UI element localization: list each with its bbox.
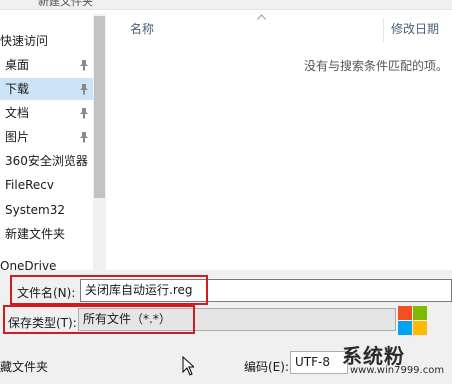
- nav-item-label: 快速访问: [0, 34, 49, 48]
- highlight-box-filetype: [3, 305, 195, 334]
- nav-quick-access[interactable]: 快速访问: [0, 30, 93, 52]
- column-header-date-modified[interactable]: 修改日期: [391, 20, 439, 37]
- nav-item-label: 新建文件夹: [5, 227, 66, 241]
- empty-message: 没有与搜索条件匹配的项。: [303, 59, 448, 73]
- column-header-name[interactable]: 名称: [130, 20, 154, 37]
- nav-item-desktop[interactable]: 桌面: [0, 54, 93, 76]
- nav-item-label: 文档: [5, 106, 30, 120]
- nav-item-360-browser[interactable]: 360安全浏览器: [0, 150, 93, 172]
- nav-item-filerecv[interactable]: FileRecv: [0, 174, 93, 196]
- sidebar-scrollbar-thumb[interactable]: [94, 16, 105, 198]
- pin-icon: [80, 84, 88, 95]
- nav-item-label: FileRecv: [5, 178, 54, 192]
- navigation-pane: 快速访问 桌面 下载 文档 图片 360安全浏览器 FileRecv Syste…: [0, 10, 106, 273]
- nav-item-documents[interactable]: 文档: [0, 102, 93, 124]
- column-divider: [383, 18, 384, 42]
- pin-icon: [80, 132, 88, 143]
- nav-item-label: System32: [5, 203, 66, 217]
- nav-item-label: 图片: [5, 130, 30, 144]
- hide-folders-button[interactable]: 藏文件夹: [0, 358, 48, 375]
- highlight-box-filename: [10, 275, 208, 305]
- nav-item-pictures[interactable]: 图片: [0, 126, 93, 148]
- encoding-value: UTF-8: [295, 355, 330, 369]
- encoding-label: 编码(E):: [244, 360, 289, 374]
- sort-up-icon: [257, 14, 266, 20]
- pin-icon: [80, 108, 88, 119]
- window-title-bar: 新建文件夹: [0, 0, 452, 10]
- nav-item-label: 桌面: [5, 58, 30, 72]
- logo-square-blue: [398, 321, 412, 335]
- logo-square-yellow: [413, 321, 427, 335]
- nav-item-label: 360安全浏览器: [5, 154, 88, 168]
- logo-square-green: [413, 306, 427, 320]
- nav-item-new-folder[interactable]: 新建文件夹: [0, 223, 93, 245]
- nav-item-downloads[interactable]: 下载: [0, 78, 93, 100]
- encoding-select[interactable]: UTF-8: [290, 351, 348, 374]
- mouse-cursor-icon: [182, 356, 194, 376]
- window-title: 新建文件夹: [38, 0, 93, 8]
- pin-icon: [80, 60, 88, 71]
- nav-item-system32[interactable]: System32: [0, 199, 93, 221]
- nav-item-label: 下载: [5, 82, 30, 96]
- file-list[interactable]: 名称 修改日期 没有与搜索条件匹配的项。: [106, 10, 452, 270]
- logo-square-red: [398, 306, 412, 320]
- watermark-url: www.win7999.com: [350, 365, 445, 376]
